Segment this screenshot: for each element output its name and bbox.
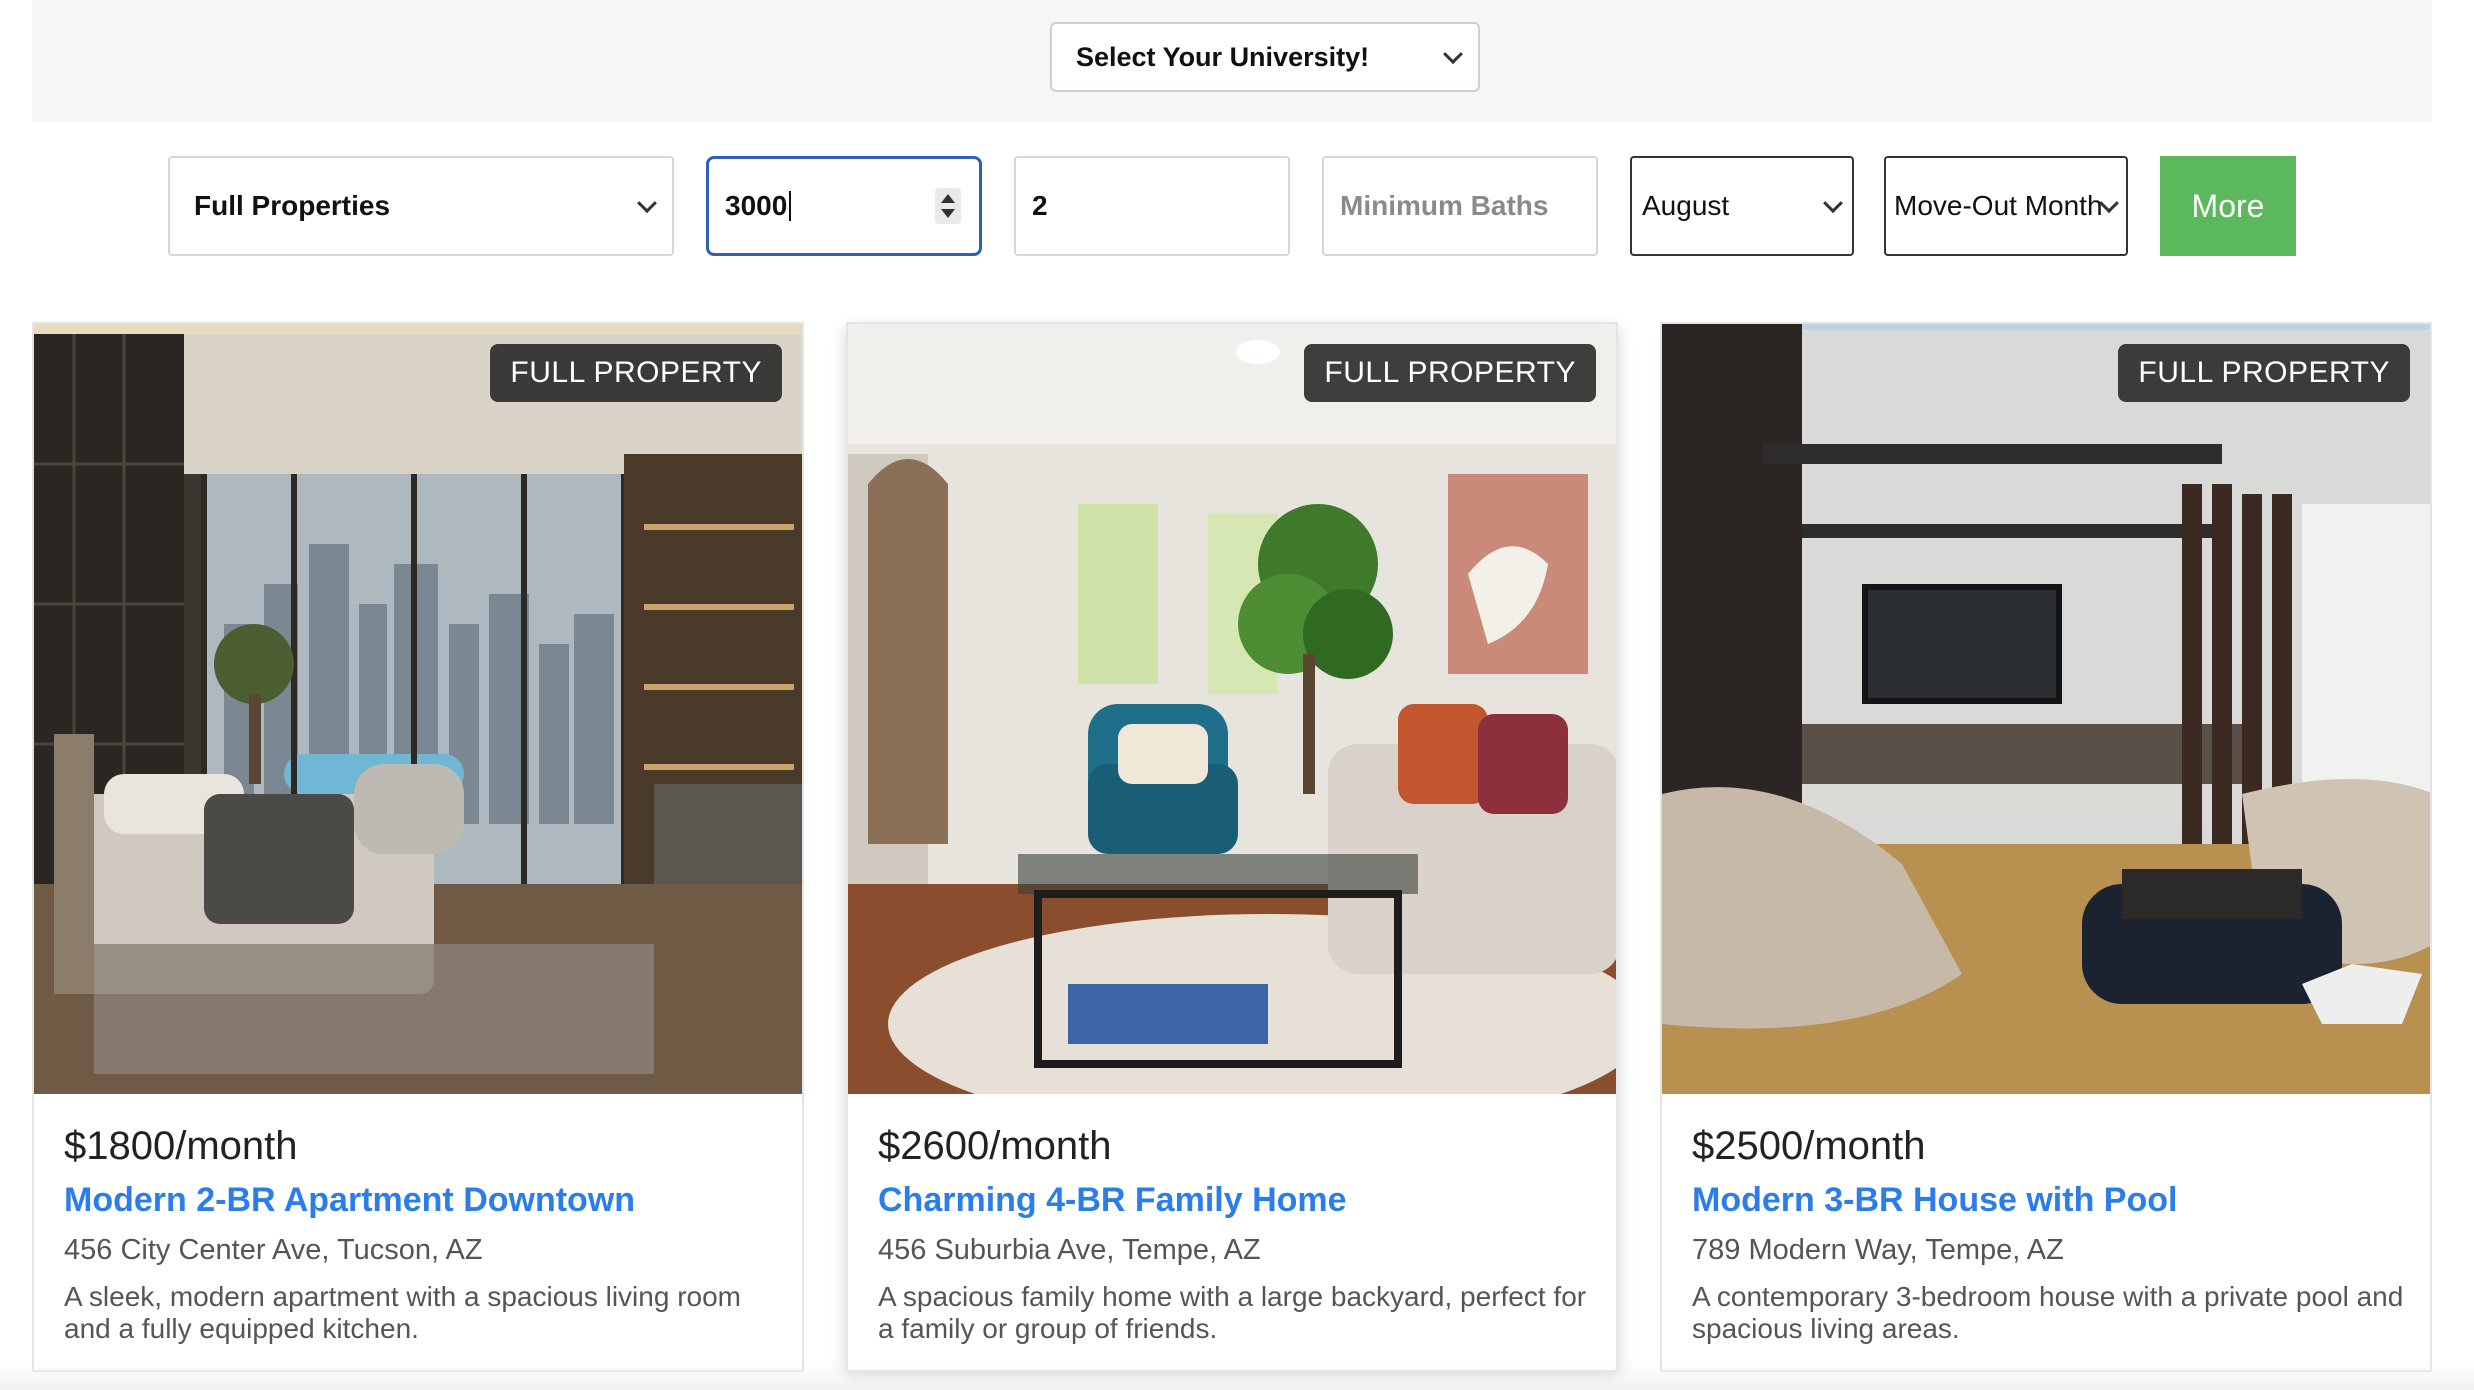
listing-address: 456 Suburbia Ave, Tempe, AZ <box>878 1234 1261 1266</box>
chevron-down-icon <box>1823 193 1843 214</box>
min-beds-input[interactable]: 2 <box>1014 156 1290 256</box>
living-room-photo <box>848 324 1616 1094</box>
listing-address: 789 Modern Way, Tempe, AZ <box>1692 1234 2064 1266</box>
listing-description: A sleek, modern apartment with a spaciou… <box>64 1281 741 1344</box>
more-button[interactable]: More <box>2160 156 2296 256</box>
university-select-label: Select Your University! <box>1076 41 1370 72</box>
property-type-badge: FULL PROPERTY <box>1304 344 1596 402</box>
move-out-month-value: Move-Out Month <box>1894 190 2103 221</box>
university-select[interactable]: Select Your University! <box>1050 22 1480 92</box>
tv-lounge-photo <box>1662 324 2430 1094</box>
listing-price: $2600/month <box>878 1124 1112 1168</box>
move-in-month-select[interactable]: August <box>1630 156 1854 256</box>
listing-address: 456 City Center Ave, Tucson, AZ <box>64 1234 483 1266</box>
listing-card[interactable]: FULL PROPERTY $1800/month Modern 2-BR Ap… <box>32 322 804 1372</box>
scroll-fade <box>0 1360 2474 1390</box>
min-baths-placeholder: Minimum Baths <box>1340 190 1549 221</box>
listing-title-link[interactable]: Modern 3-BR House with Pool <box>1692 1181 2404 1220</box>
max-price-value: 3000 <box>725 190 788 221</box>
listing-title-link[interactable]: Modern 2-BR Apartment Downtown <box>64 1181 776 1220</box>
listing-price: $1800/month <box>64 1124 298 1168</box>
listing-description: A contemporary 3-bedroom house with a pr… <box>1692 1281 2404 1344</box>
listing-photo[interactable]: FULL PROPERTY <box>34 324 802 1094</box>
move-out-month-select[interactable]: Move-Out Month <box>1884 156 2128 256</box>
max-price-input[interactable]: 3000 <box>706 156 982 256</box>
filter-bar: Full Properties 3000 2 Minimum Baths Aug… <box>0 156 2474 256</box>
property-type-select[interactable]: Full Properties <box>168 156 674 256</box>
bedroom-photo <box>34 324 802 1094</box>
listing-price: $2500/month <box>1692 1124 1926 1168</box>
property-type-value: Full Properties <box>194 190 391 221</box>
listing-card[interactable]: FULL PROPERTY $2600/month Charming 4-BR … <box>846 322 1618 1372</box>
listing-title-link[interactable]: Charming 4-BR Family Home <box>878 1181 1590 1220</box>
text-caret <box>789 191 792 221</box>
top-bar: Select Your University! <box>32 0 2432 122</box>
listing-details: $1800/month Modern 2-BR Apartment Downto… <box>64 1124 776 1345</box>
chevron-down-icon <box>637 193 657 214</box>
min-beds-value: 2 <box>1032 190 1048 221</box>
property-type-badge: FULL PROPERTY <box>2118 344 2410 402</box>
listing-photo[interactable]: FULL PROPERTY <box>848 324 1616 1094</box>
property-type-badge: FULL PROPERTY <box>490 344 782 402</box>
listing-card[interactable]: FULL PROPERTY $2500/month Modern 3-BR Ho… <box>1660 322 2432 1372</box>
number-spinner[interactable] <box>935 188 961 224</box>
spinner-up-icon[interactable] <box>941 194 955 203</box>
listing-description: A spacious family home with a large back… <box>878 1281 1587 1344</box>
listing-details: $2600/month Charming 4-BR Family Home 45… <box>878 1124 1590 1345</box>
listing-photo[interactable]: FULL PROPERTY <box>1662 324 2430 1094</box>
chevron-down-icon <box>1443 44 1463 65</box>
move-in-month-value: August <box>1642 190 1730 221</box>
spinner-down-icon[interactable] <box>941 209 955 218</box>
min-baths-input[interactable]: Minimum Baths <box>1322 156 1598 256</box>
listing-details: $2500/month Modern 3-BR House with Pool … <box>1692 1124 2404 1345</box>
